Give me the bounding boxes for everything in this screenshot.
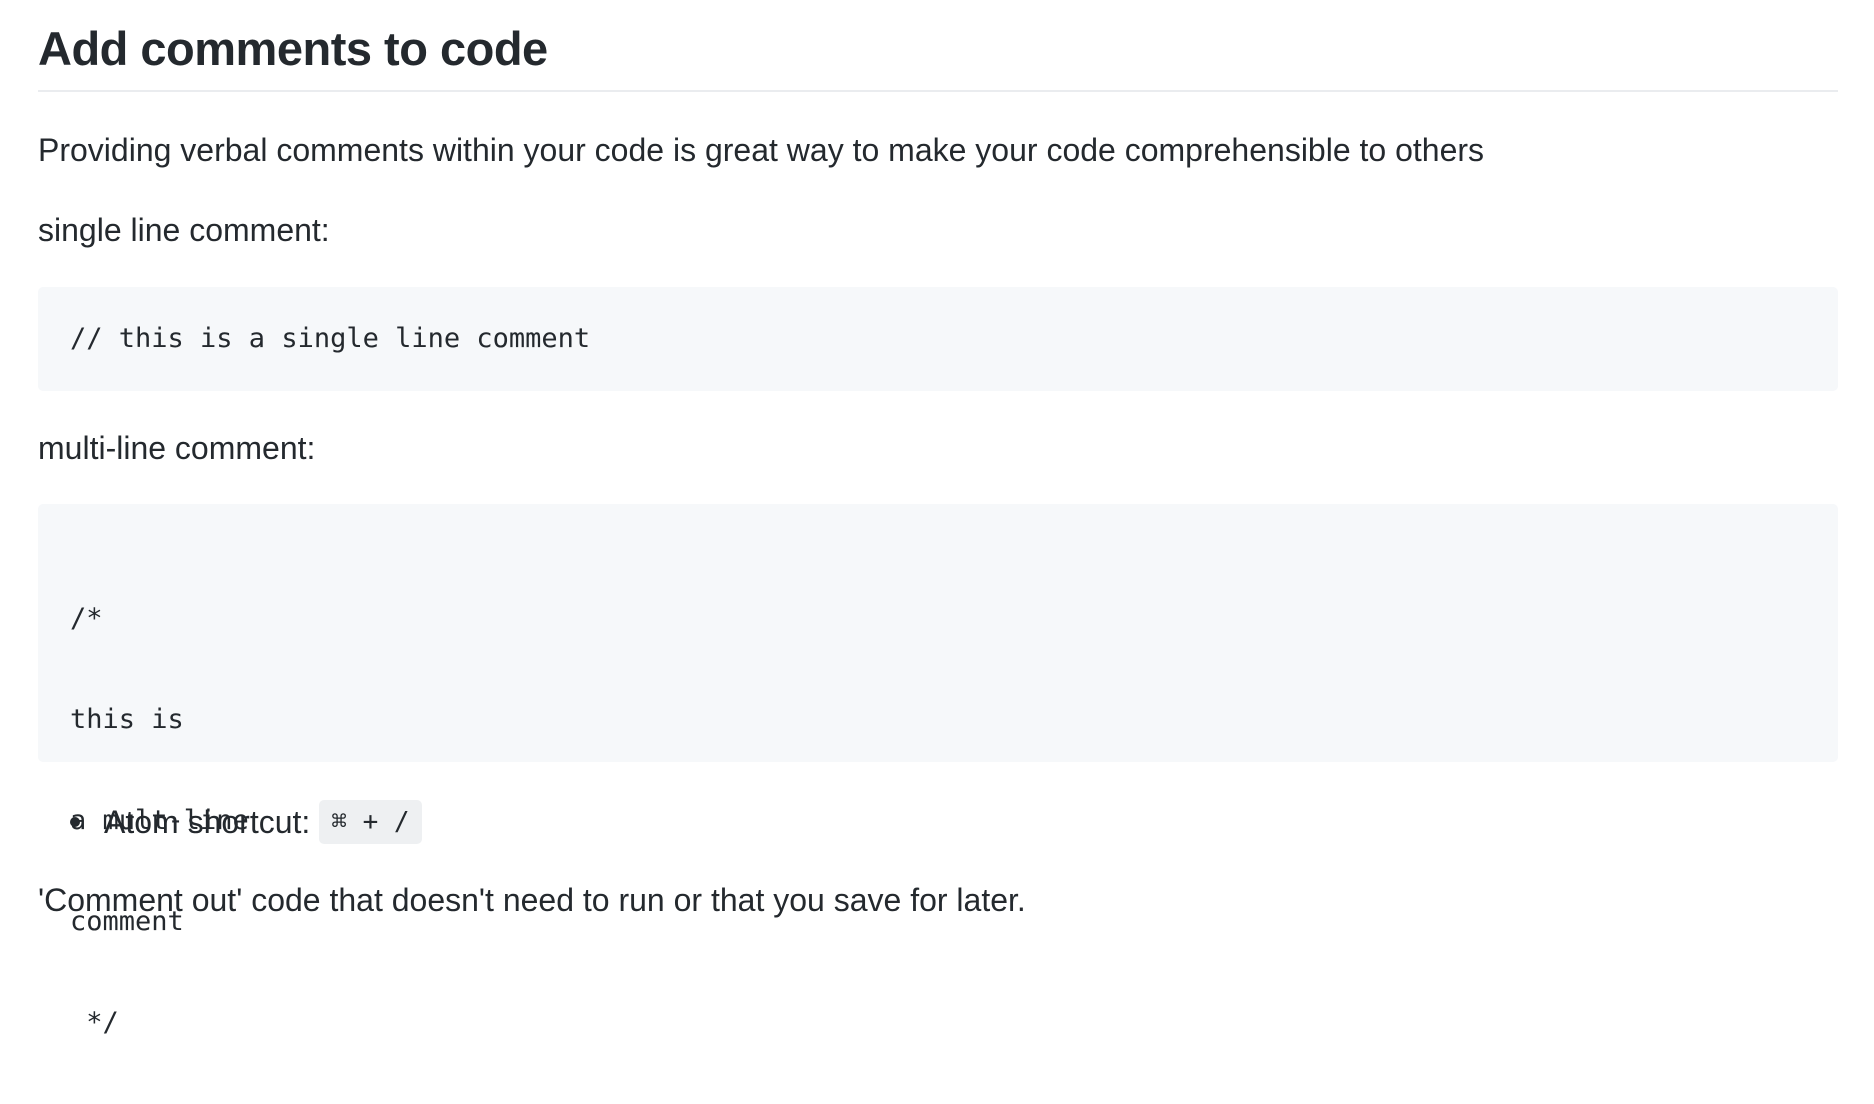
single-line-code: // this is a single line comment: [70, 323, 591, 354]
page-title: Add comments to code: [38, 22, 548, 75]
code-line: this is: [70, 704, 184, 735]
document-page: Add comments to code Providing verbal co…: [0, 0, 1874, 1038]
atom-shortcut-label: Atom shortcut:: [104, 804, 311, 840]
intro-paragraph: Providing verbal comments within your co…: [38, 132, 1485, 168]
single-line-code-block: // this is a single line comment: [38, 287, 1838, 391]
title-divider: [38, 90, 1838, 92]
bullet-list: Atom shortcut: ⌘ + /: [38, 798, 422, 846]
list-item: Atom shortcut: ⌘ + /: [38, 798, 422, 846]
atom-shortcut-code: ⌘ + /: [319, 800, 422, 844]
single-line-label: single line comment:: [38, 212, 330, 248]
code-line: */: [70, 1007, 119, 1038]
code-line: /*: [70, 603, 103, 634]
multi-line-label: multi-line comment:: [38, 430, 316, 466]
comment-out-paragraph: 'Comment out' code that doesn't need to …: [38, 882, 1026, 918]
bullet-dot-icon: [70, 817, 80, 827]
multi-line-code-block: /* this is a mult-line comment */: [38, 504, 1838, 1038]
